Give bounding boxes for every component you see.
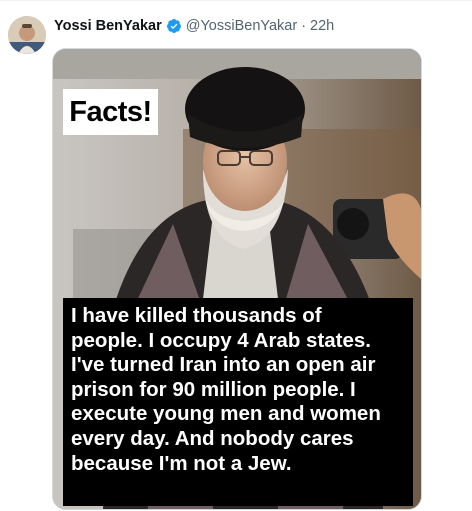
author-name[interactable]: Yossi BenYakar	[54, 18, 162, 34]
caption-line: I've turned Iran into an open air	[71, 353, 376, 377]
caption-line: people. I occupy 4 Arab states.	[71, 328, 372, 352]
caption-line: every day. And nobody cares	[71, 426, 354, 450]
verified-badge-icon	[166, 18, 182, 34]
timestamp[interactable]: 22h	[310, 18, 334, 34]
tweet-header: Yossi BenYakar @YossiBenYakar · 22h	[54, 16, 334, 36]
author-handle[interactable]: @YossiBenYakar	[186, 18, 297, 34]
avatar-image	[8, 16, 46, 54]
avatar[interactable]	[8, 16, 46, 54]
separator-dot: ·	[301, 18, 307, 34]
caption-line: I have killed thousands of	[71, 304, 322, 327]
caption-line: because I'm not a Jew.	[71, 451, 292, 475]
caption-line: prison for 90 million people. I	[71, 377, 356, 401]
caption-line: execute young men and women	[71, 402, 381, 426]
top-divider	[0, 0, 472, 1]
tweet-image[interactable]: Facts! I have killed thousands of people…	[52, 48, 422, 510]
image-caption: I have killed thousands of people. I occ…	[63, 298, 413, 506]
facts-label: Facts!	[63, 89, 158, 135]
